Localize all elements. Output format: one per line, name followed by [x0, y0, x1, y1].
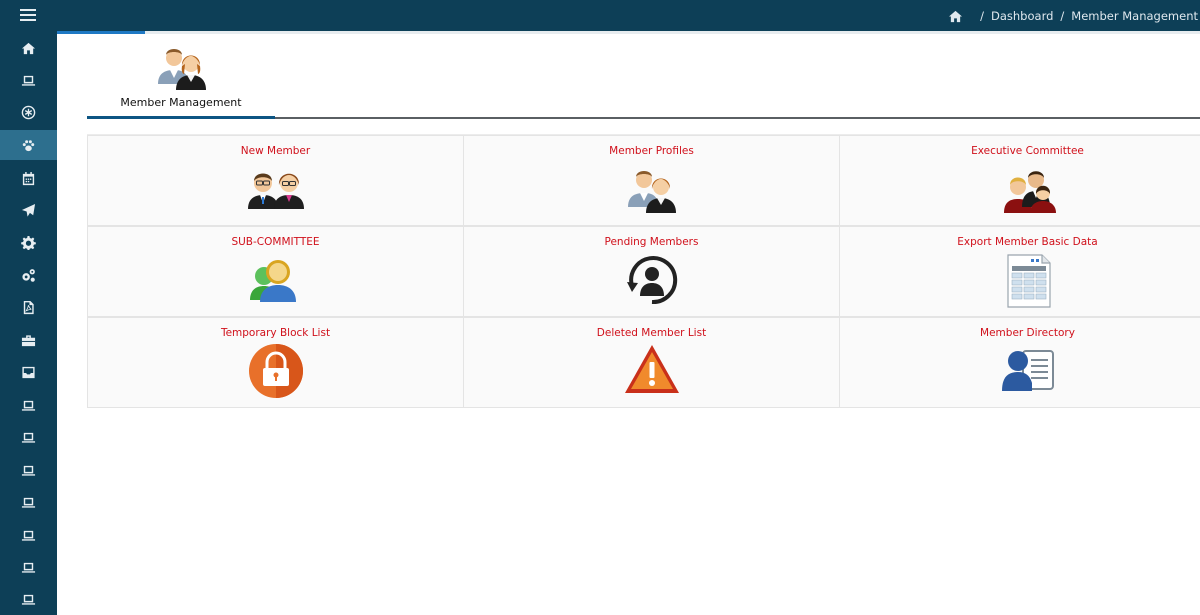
tab-member-management[interactable]: Member Management — [87, 35, 275, 119]
sidebar-item-settings[interactable] — [0, 227, 57, 257]
laptop-icon — [21, 465, 36, 476]
sub-committee-icon — [249, 260, 296, 302]
sidebar-item-inbox[interactable] — [0, 357, 57, 387]
sidebar-item-cogs[interactable] — [0, 260, 57, 290]
sidebar-item-laptop[interactable] — [0, 487, 57, 517]
laptop-icon — [21, 530, 36, 541]
member-tiles-grid: New Member Member Profiles Executive Com… — [87, 134, 1200, 408]
warning-icon — [624, 345, 679, 393]
tile-deleted-member-list[interactable]: Deleted Member List — [463, 317, 840, 408]
pending-members-icon — [626, 256, 677, 305]
tab-member-management-label: Member Management — [120, 96, 242, 109]
tile-label: Executive Committee — [971, 145, 1084, 157]
laptop-icon — [21, 497, 36, 508]
tile-label: SUB-COMMITTEE — [231, 236, 320, 248]
tile-label: Member Directory — [980, 327, 1075, 339]
cog-icon — [21, 235, 36, 250]
spreadsheet-icon — [1006, 254, 1051, 308]
cogs-icon — [22, 268, 35, 282]
sidebar-item-laptop[interactable] — [0, 455, 57, 485]
breadcrumb-dashboard-link[interactable]: Dashboard — [991, 9, 1053, 23]
snowflake-icon — [21, 105, 36, 119]
sidebar-item-laptop[interactable] — [0, 65, 57, 95]
sidebar-item-laptop[interactable] — [0, 520, 57, 550]
member-profiles-icon — [627, 171, 676, 213]
tile-label: Temporary Block List — [220, 327, 331, 339]
sidebar-item-briefcase[interactable] — [0, 325, 57, 355]
sidebar-item-calendar[interactable] — [0, 163, 57, 193]
lock-icon — [248, 344, 303, 398]
briefcase-icon — [21, 334, 36, 346]
home-icon[interactable] — [948, 10, 963, 23]
sidebar-item-pdf[interactable] — [0, 292, 57, 322]
laptop-icon — [21, 432, 36, 443]
tile-pending-members[interactable]: Pending Members — [463, 226, 840, 317]
top-bar: / Dashboard / Member Management — [0, 0, 1200, 31]
sidebar-item-laptop[interactable] — [0, 390, 57, 420]
executive-committee-icon — [1003, 171, 1056, 213]
tab-divider — [87, 116, 1200, 119]
sidebar-item-laptop[interactable] — [0, 584, 57, 614]
tile-executive-committee[interactable]: Executive Committee — [839, 135, 1200, 226]
laptop-icon — [21, 594, 36, 605]
tile-export-member-basic-data[interactable]: Export Member Basic Data — [839, 226, 1200, 317]
members-icon — [158, 49, 206, 90]
sidebar-item-home[interactable] — [0, 33, 57, 63]
inbox-icon — [22, 366, 35, 378]
pdf-file-icon — [23, 300, 34, 314]
tile-label: Member Profiles — [609, 145, 694, 157]
new-member-icon — [247, 173, 304, 209]
tile-sub-committee[interactable]: SUB-COMMITTEE — [87, 226, 464, 317]
laptop-icon — [21, 400, 36, 411]
paper-plane-icon — [21, 203, 36, 217]
directory-icon — [1001, 350, 1054, 391]
top-accent-line — [57, 31, 1200, 34]
tile-label: Export Member Basic Data — [957, 236, 1098, 248]
hamburger-icon[interactable] — [18, 6, 38, 24]
tile-temporary-block-list[interactable]: Temporary Block List — [87, 317, 464, 408]
calendar-icon — [22, 171, 35, 185]
sidebar-item-send[interactable] — [0, 195, 57, 225]
laptop-icon — [21, 75, 36, 86]
breadcrumb-current: Member Management — [1071, 9, 1198, 23]
tile-label: Deleted Member List — [596, 327, 707, 339]
sidebar-item-laptop[interactable] — [0, 552, 57, 582]
sidebar-item-laptop[interactable] — [0, 422, 57, 452]
tile-member-profiles[interactable]: Member Profiles — [463, 135, 840, 226]
tile-label: New Member — [240, 145, 311, 157]
sidebar-item-snowflake[interactable] — [0, 97, 57, 127]
laptop-icon — [21, 562, 36, 573]
sidebar-item-paw[interactable] — [0, 130, 57, 160]
breadcrumb-separator: / — [980, 9, 984, 23]
tile-label: Pending Members — [604, 236, 699, 248]
breadcrumb: / Dashboard / Member Management — [948, 7, 1198, 25]
breadcrumb-separator: / — [1060, 9, 1065, 23]
home-icon — [21, 42, 36, 54]
paw-icon — [22, 139, 35, 151]
sidebar — [0, 31, 57, 615]
tile-member-directory[interactable]: Member Directory — [839, 317, 1200, 408]
tile-new-member[interactable]: New Member — [87, 135, 464, 226]
